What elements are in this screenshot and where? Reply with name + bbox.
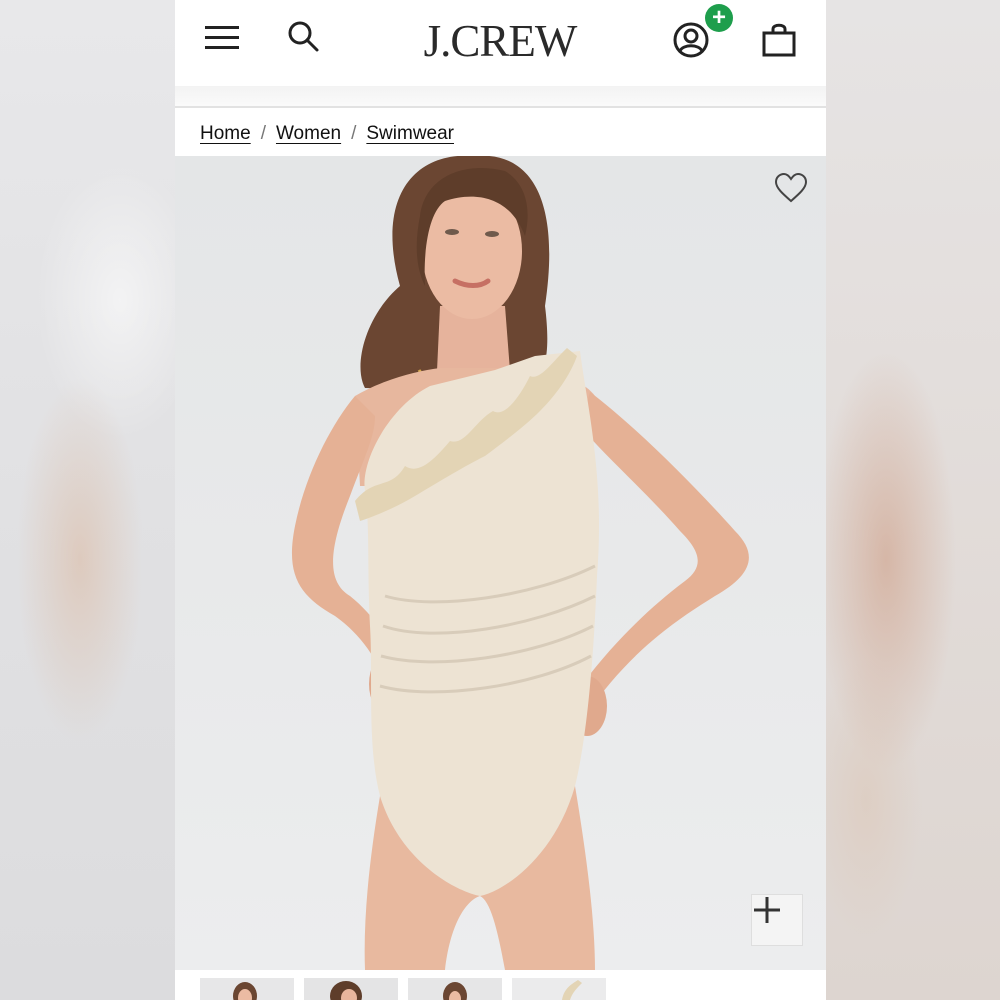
jcrew-logo[interactable]: J.CREW: [375, 12, 625, 70]
account-icon[interactable]: [671, 20, 711, 60]
breadcrumb: Home / Women / Swimwear: [200, 120, 454, 148]
plus-icon: [754, 897, 780, 923]
model-swimsuit-illustration: [291, 156, 749, 970]
thumbnail-1[interactable]: [200, 978, 294, 1000]
product-thumbnails: [175, 970, 826, 1000]
shopping-bag-icon[interactable]: [759, 20, 799, 60]
hamburger-menu-icon[interactable]: [203, 22, 241, 52]
blurred-backdrop-left: [0, 0, 175, 1000]
header-shadow: [175, 86, 826, 106]
blurred-backdrop-right: [826, 0, 1000, 1000]
search-icon[interactable]: [285, 18, 321, 54]
product-image[interactable]: [175, 156, 826, 970]
heart-icon[interactable]: [773, 172, 809, 204]
mobile-page: J.CREW + Home / Women / Swimwear: [175, 0, 826, 1000]
breadcrumb-home[interactable]: Home: [200, 123, 251, 145]
breadcrumb-separator: /: [351, 123, 357, 144]
thumbnail-4[interactable]: [512, 978, 606, 1000]
breadcrumb-separator: /: [260, 123, 266, 144]
header-divider: [175, 106, 826, 108]
thumbnail-3[interactable]: [408, 978, 502, 1000]
breadcrumb-swimwear[interactable]: Swimwear: [366, 123, 454, 145]
breadcrumb-women[interactable]: Women: [276, 123, 341, 145]
site-header: J.CREW +: [175, 0, 826, 86]
thumbnail-2[interactable]: [304, 978, 398, 1000]
zoom-button[interactable]: [751, 894, 803, 946]
account-plus-badge[interactable]: +: [705, 4, 733, 32]
